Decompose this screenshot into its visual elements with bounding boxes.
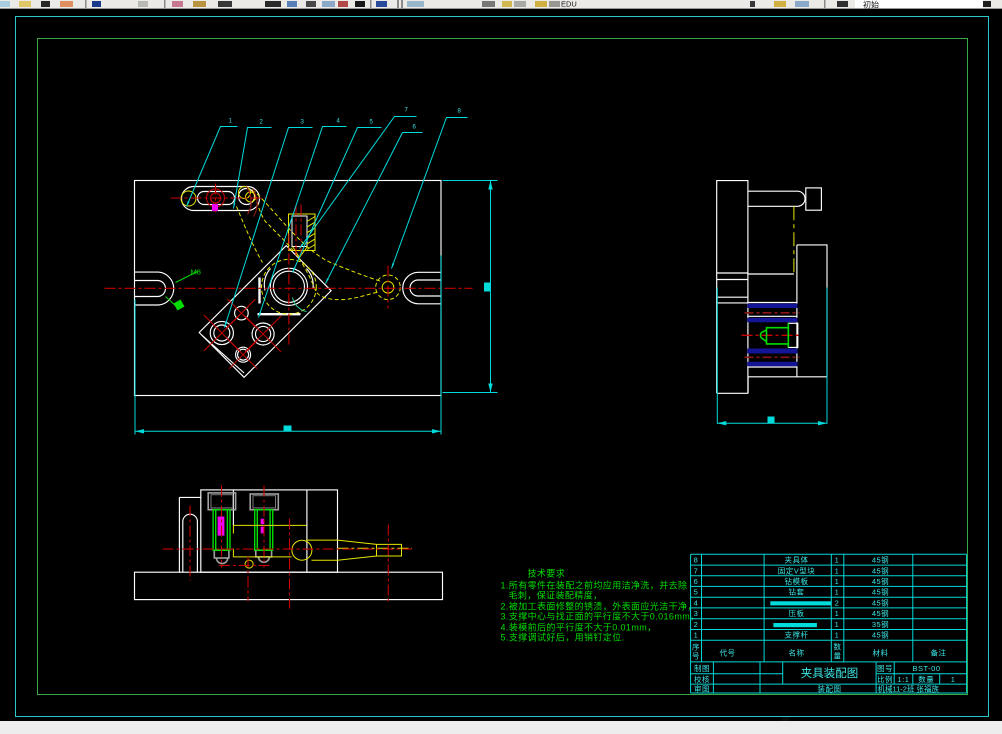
svg-text:45钢: 45钢 bbox=[872, 587, 889, 597]
svg-text:45钢: 45钢 bbox=[872, 597, 889, 607]
svg-text:数: 数 bbox=[834, 642, 842, 652]
svg-text:装配图: 装配图 bbox=[818, 684, 842, 694]
svg-text:压板: 压板 bbox=[789, 608, 805, 618]
svg-text:5: 5 bbox=[694, 588, 699, 597]
svg-text:45钢: 45钢 bbox=[872, 576, 889, 586]
svg-text:材料: 材料 bbox=[873, 648, 889, 658]
svg-text:图号: 图号 bbox=[877, 664, 893, 673]
svg-text:备注: 备注 bbox=[931, 648, 947, 658]
svg-text:1:1: 1:1 bbox=[898, 675, 910, 684]
svg-text:1.所有零件在装配之前均应用洁净洗，并去除: 1.所有零件在装配之前均应用洁净洗，并去除 bbox=[501, 580, 688, 591]
svg-text:6: 6 bbox=[694, 577, 699, 586]
svg-text:量: 量 bbox=[834, 652, 842, 661]
svg-text:4.装模前后的平行度不大于0.01mm，: 4.装模前后的平行度不大于0.01mm， bbox=[501, 622, 657, 633]
svg-text:比例: 比例 bbox=[877, 674, 893, 684]
svg-text:1: 1 bbox=[835, 631, 840, 640]
svg-text:名称: 名称 bbox=[789, 648, 805, 658]
svg-text:2: 2 bbox=[694, 620, 699, 629]
svg-text:45钢: 45钢 bbox=[872, 630, 889, 640]
svg-text:1: 1 bbox=[835, 577, 840, 586]
svg-text:钻模板: 钻模板 bbox=[785, 576, 809, 586]
svg-text:4: 4 bbox=[694, 598, 699, 607]
svg-text:1: 1 bbox=[694, 631, 699, 640]
svg-text:EDU: EDU bbox=[561, 0, 577, 9]
svg-text:1: 1 bbox=[951, 675, 956, 684]
svg-text:1: 1 bbox=[835, 588, 840, 597]
svg-text:校核: 校核 bbox=[694, 674, 710, 684]
svg-text:支撑杆: 支撑杆 bbox=[785, 630, 809, 640]
svg-text:序: 序 bbox=[692, 642, 700, 652]
svg-text:1: 1 bbox=[835, 566, 840, 575]
svg-text:钻套: 钻套 bbox=[789, 587, 805, 597]
svg-text:3.支撑中心与找正面的平行度不大于0.016mm，: 3.支撑中心与找正面的平行度不大于0.016mm， bbox=[501, 611, 700, 622]
svg-text:1: 1 bbox=[835, 609, 840, 618]
svg-text:代号: 代号 bbox=[720, 648, 736, 658]
svg-text:M8: M8 bbox=[191, 268, 201, 277]
svg-text:35钢: 35钢 bbox=[872, 619, 889, 629]
svg-text:初始: 初始 bbox=[863, 0, 879, 10]
svg-text:1: 1 bbox=[835, 620, 840, 629]
svg-text:制图: 制图 bbox=[694, 663, 710, 673]
svg-text:审图: 审图 bbox=[694, 684, 710, 694]
svg-text:1: 1 bbox=[835, 556, 840, 565]
svg-text:45钢: 45钢 bbox=[872, 608, 889, 618]
svg-text:45钢: 45钢 bbox=[872, 555, 889, 565]
svg-text:45钢: 45钢 bbox=[872, 565, 889, 575]
svg-text:夹具体: 夹具体 bbox=[785, 555, 809, 565]
svg-text:技术要求: 技术要求 bbox=[528, 568, 566, 579]
svg-text:2: 2 bbox=[835, 598, 840, 607]
svg-text:号: 号 bbox=[692, 652, 700, 661]
svg-text:固定V型块: 固定V型块 bbox=[778, 565, 816, 575]
svg-text:5.支撑调试好后，用销钉定位.: 5.支撑调试好后，用销钉定位. bbox=[501, 632, 625, 643]
svg-text:2.被加工表面修整的锈渍，外表面应光洁干净，: 2.被加工表面修整的锈渍，外表面应光洁干净， bbox=[501, 601, 697, 612]
svg-text:7: 7 bbox=[694, 566, 699, 575]
svg-text:3: 3 bbox=[694, 609, 699, 618]
svg-text:机械11-2班 张福族: 机械11-2班 张福族 bbox=[878, 684, 940, 694]
svg-text:夹具装配图: 夹具装配图 bbox=[801, 667, 859, 680]
svg-text:毛刺，保证装配精度，: 毛刺，保证装配精度， bbox=[509, 590, 603, 601]
svg-text:BST-00: BST-00 bbox=[912, 664, 940, 673]
svg-text:数量: 数量 bbox=[918, 674, 934, 684]
svg-text:8: 8 bbox=[694, 556, 699, 565]
